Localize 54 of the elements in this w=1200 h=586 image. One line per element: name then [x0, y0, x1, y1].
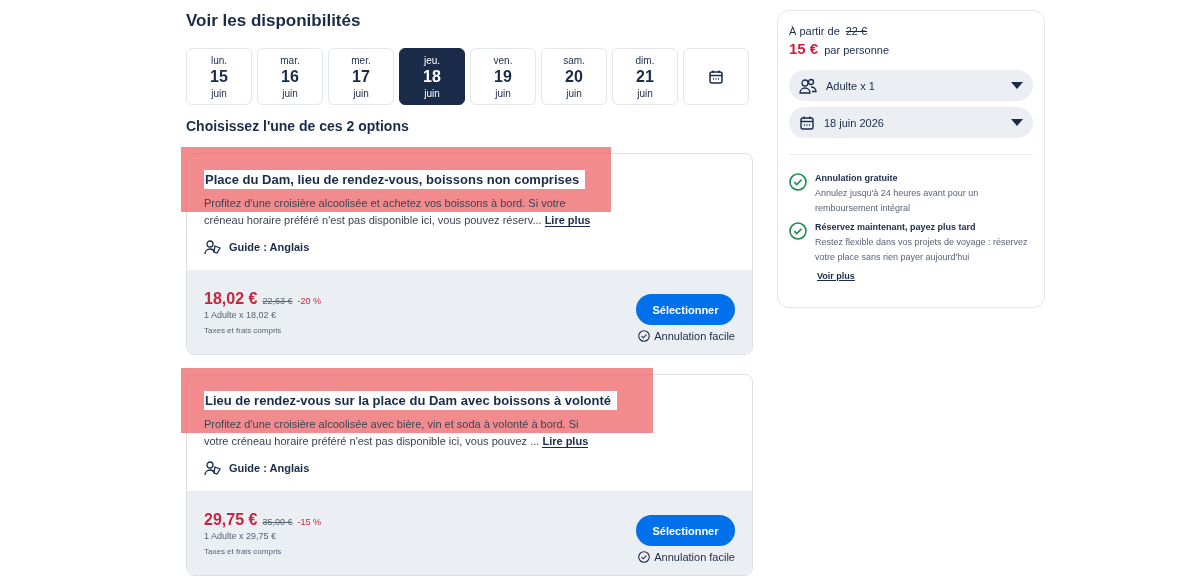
date-tab[interactable]: ven. 19 juin: [470, 48, 536, 105]
taxes-note: Taxes et frais compris: [204, 546, 283, 556]
select-button[interactable]: Sélectionner: [636, 515, 735, 546]
option-title: Lieu de rendez-vous sur la place du Dam avec boissons à volonté: [204, 391, 617, 410]
check-circle-icon: [789, 173, 807, 191]
price-breakdown: 1 Adulte x 29,75 €: [204, 530, 278, 541]
option-description: Profitez d'une croisière alcoolisée et achetez vos boissons à bord. Si votre créneau horaire préféré n'est pas disponible ici, vous pouvez réserv... Lire plus: [204, 196, 592, 229]
price-unit: par personne: [824, 44, 890, 56]
calendar-icon: [799, 114, 815, 131]
price-breakdown: 1 Adulte x 18,02 €: [204, 309, 278, 320]
caret-icon: [1011, 118, 1023, 127]
discount: -15 %: [297, 516, 321, 527]
price: 15 €: [789, 40, 819, 57]
caret-icon: [1011, 81, 1023, 90]
section-heading: Voir les disponibilités: [186, 11, 362, 31]
price: 29,75 €: [204, 510, 258, 529]
options-heading: Choisissez l'une de ces 2 options: [186, 118, 410, 134]
calendar-button[interactable]: [683, 48, 749, 105]
price: 18,02 €: [204, 289, 258, 308]
date-tab[interactable]: mer. 17 juin: [328, 48, 394, 105]
read-more-link[interactable]: Lire plus: [542, 435, 589, 448]
old-price: 35,00 €: [262, 516, 293, 527]
benefit-text: Annulez jusqu'à 24 heures avant pour un remboursement intégral: [815, 187, 980, 215]
guide-language: Guide : Anglais: [229, 241, 310, 253]
benefit-text: Restez flexible dans vos projets de voyage : réservez votre place sans rien payer aujourd'hui: [815, 236, 1029, 264]
check-circle-icon: [638, 551, 651, 563]
from-label: À partir de: [789, 25, 840, 37]
option-title: Place du Dam, lieu de rendez-vous, boissons non comprises: [204, 170, 586, 189]
cancellation-note: Annulation facile: [654, 551, 735, 563]
date-tab[interactable]: mar. 16 juin: [257, 48, 323, 105]
taxes-note: Taxes et frais compris: [204, 325, 283, 335]
date-dropdown[interactable]: 18 juin 2026: [789, 107, 1033, 138]
guide-language: Guide : Anglais: [229, 462, 310, 474]
guide-icon: [204, 460, 222, 476]
calendar-icon: [708, 68, 724, 85]
benefit-title: Annulation gratuite: [815, 173, 899, 183]
old-price: 22 €: [845, 25, 868, 37]
benefit-title: Réservez maintenant, payez plus tard: [815, 222, 977, 232]
guide-icon: [204, 239, 222, 255]
date-tab[interactable]: sam. 20 juin: [541, 48, 607, 105]
date-tab[interactable]: dim. 21 juin: [612, 48, 678, 105]
option-description: Profitez d'une croisière alcoolisée avec bière, vin et soda à volonté à bord. Si votre créneau horaire préféré n'est pas disponible ici, vous pouvez ... Lire plus: [204, 417, 590, 450]
old-price: 22,63 €: [262, 295, 293, 306]
people-icon: [799, 77, 817, 94]
read-more-link[interactable]: Lire plus: [544, 214, 591, 227]
cancellation-note: Annulation facile: [654, 330, 735, 342]
date-tab[interactable]: lun. 15 juin: [186, 48, 252, 105]
check-circle-icon: [789, 222, 807, 240]
check-circle-icon: [638, 330, 651, 342]
travelers-dropdown[interactable]: Adulte x 1: [789, 70, 1033, 101]
date-tab[interactable]: jeu. 18 juin: [399, 48, 465, 105]
discount: -20 %: [297, 295, 321, 306]
select-button[interactable]: Sélectionner: [636, 294, 735, 325]
see-more-link[interactable]: Voir plus: [817, 271, 855, 281]
